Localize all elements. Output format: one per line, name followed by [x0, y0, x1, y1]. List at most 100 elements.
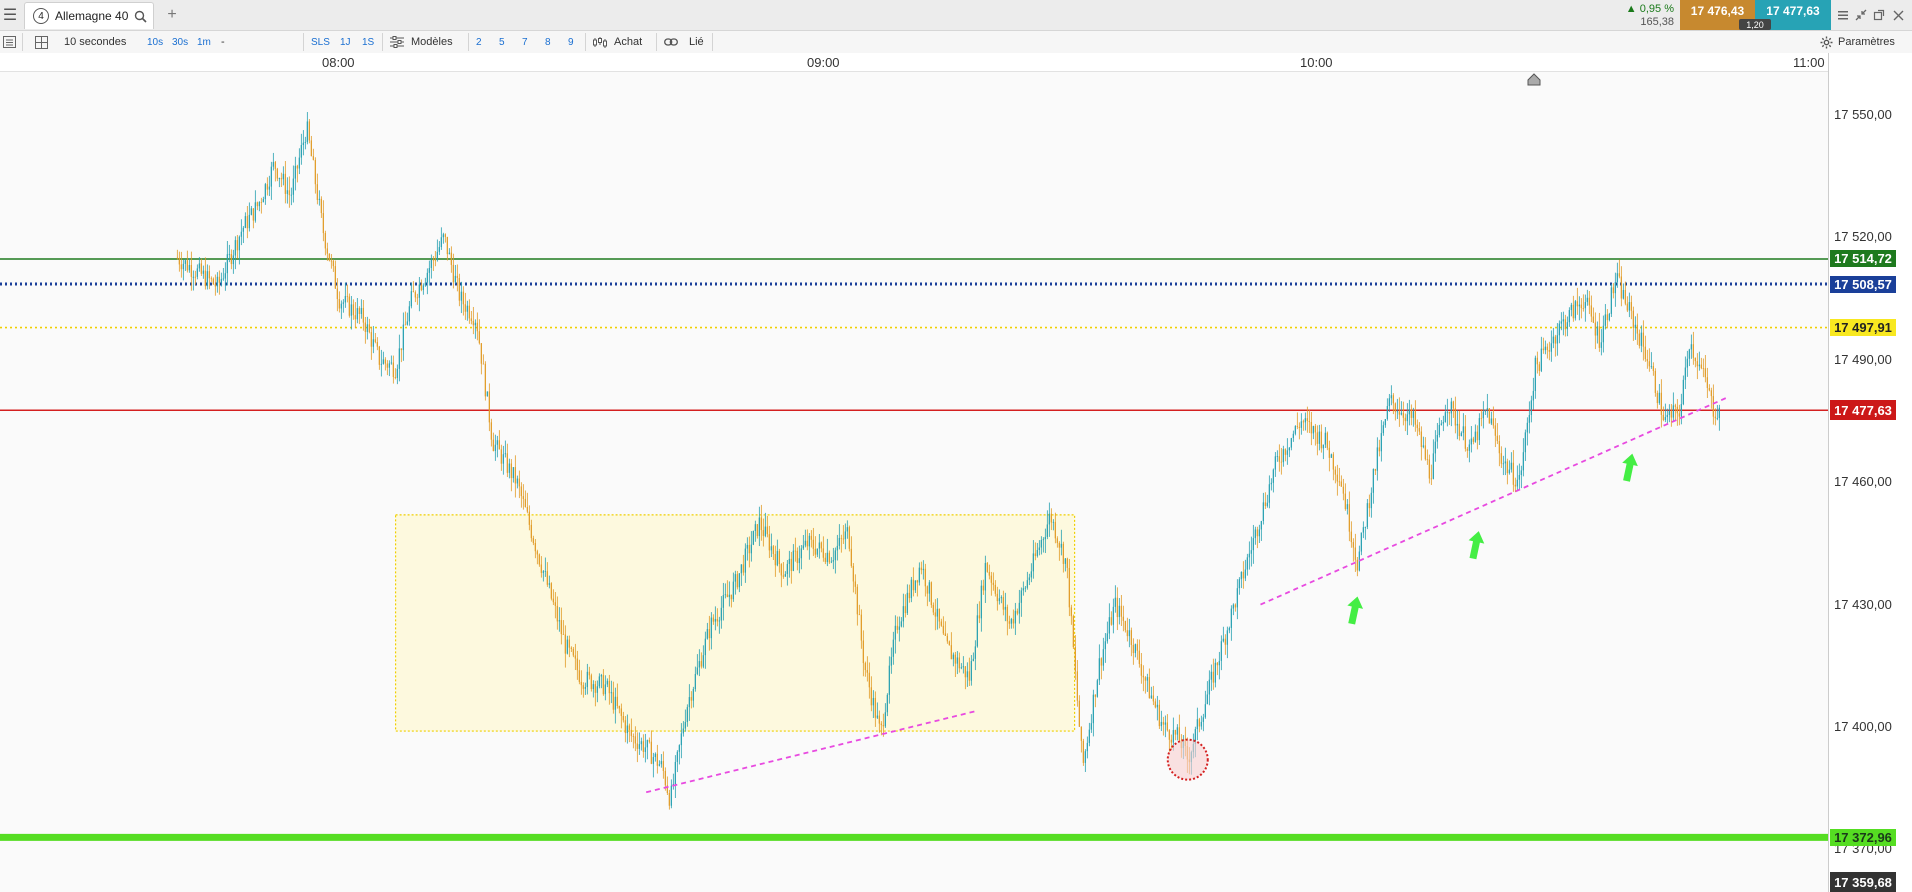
- buy-button[interactable]: Achat: [614, 31, 642, 53]
- candle-body: [934, 612, 936, 617]
- preset-2-button[interactable]: 2: [476, 31, 482, 53]
- price-chart[interactable]: [0, 71, 1828, 892]
- candle-body: [1000, 597, 1002, 599]
- candle-body: [694, 673, 696, 689]
- link-icon[interactable]: [663, 34, 679, 50]
- candle-body: [1486, 408, 1488, 411]
- candle-body: [794, 550, 796, 552]
- candle-body: [1428, 459, 1430, 479]
- one-week-button[interactable]: 1S: [362, 31, 374, 53]
- candle-body: [1144, 677, 1146, 681]
- candle-body: [188, 265, 190, 271]
- candle-body: [796, 550, 798, 564]
- layout-icon[interactable]: [32, 33, 50, 51]
- close-icon[interactable]: [1889, 6, 1907, 24]
- indicators-icon[interactable]: [389, 34, 405, 50]
- candle-body: [1350, 531, 1352, 543]
- candle-body: [864, 663, 866, 671]
- candle-body: [272, 162, 274, 167]
- candle-body: [610, 692, 612, 694]
- candle-body: [770, 546, 772, 551]
- candle-body: [538, 554, 540, 565]
- preset-8-button[interactable]: 8: [545, 31, 551, 53]
- candle-body: [1514, 484, 1516, 487]
- candle-body: [618, 705, 620, 709]
- linked-button[interactable]: Lié: [689, 31, 704, 53]
- candle-body: [870, 687, 872, 706]
- candle-body: [202, 270, 204, 274]
- candle-body: [1418, 428, 1420, 432]
- candle-body: [476, 322, 478, 332]
- candle-body: [264, 184, 266, 200]
- search-icon[interactable]: [134, 10, 147, 23]
- candle-body: [912, 579, 914, 591]
- candle-body: [426, 272, 428, 283]
- window-menu-icon[interactable]: [1834, 6, 1852, 24]
- candle-body: [1148, 677, 1150, 699]
- gear-icon[interactable]: [1818, 34, 1834, 50]
- detach-icon[interactable]: [1870, 6, 1888, 24]
- candle-body: [1676, 406, 1678, 414]
- period-selector[interactable]: 10 secondes: [64, 31, 126, 53]
- candle-body: [438, 247, 440, 252]
- candle-body: [702, 655, 704, 667]
- candle-body: [440, 237, 442, 248]
- preset-5-button[interactable]: 5: [499, 31, 505, 53]
- candle-body: [1672, 405, 1674, 418]
- candle-body: [1624, 289, 1626, 304]
- candle-body: [970, 661, 972, 681]
- candle-body: [242, 227, 244, 232]
- candle-body: [1232, 604, 1234, 609]
- candle-body: [398, 348, 400, 369]
- list-view-icon[interactable]: [0, 33, 18, 51]
- candle-body: [938, 608, 940, 622]
- timeframe-30s[interactable]: 30s: [172, 31, 188, 53]
- candle-body: [1392, 395, 1394, 404]
- candle-body: [774, 554, 776, 566]
- tab-allemagne-40[interactable]: 4 Allemagne 40: [24, 2, 154, 29]
- one-day-button[interactable]: 1J: [340, 31, 351, 53]
- candle-body: [1364, 527, 1366, 528]
- candle-body: [1334, 469, 1336, 475]
- candle-body: [644, 747, 646, 752]
- candle-body: [828, 552, 830, 563]
- preset-9-button[interactable]: 9: [568, 31, 574, 53]
- add-tab-icon[interactable]: +: [162, 5, 182, 25]
- candle-body: [1038, 547, 1040, 551]
- candle-body: [1444, 412, 1446, 423]
- candle-body: [258, 202, 260, 207]
- candle-body: [624, 720, 626, 734]
- candle-body: [894, 625, 896, 640]
- candle-body: [368, 324, 370, 333]
- candle-body: [420, 284, 422, 291]
- timeframe-more[interactable]: -: [221, 31, 225, 53]
- candle-body: [1266, 502, 1268, 506]
- models-button[interactable]: Modèles: [411, 31, 453, 53]
- collapse-icon[interactable]: [1852, 6, 1870, 24]
- preset-7-button[interactable]: 7: [522, 31, 528, 53]
- candle-body: [444, 234, 446, 237]
- timeframe-10s[interactable]: 10s: [147, 31, 163, 53]
- timeframe-1m[interactable]: 1m: [197, 31, 211, 53]
- time-tick-label: 09:00: [807, 55, 840, 70]
- settings-button[interactable]: Paramètres: [1838, 31, 1895, 53]
- candle-body: [1118, 605, 1120, 618]
- candle-body: [962, 666, 964, 668]
- sls-button[interactable]: SLS: [311, 31, 330, 53]
- candle-body: [1018, 602, 1020, 614]
- hamburger-menu-icon[interactable]: ☰: [0, 5, 20, 25]
- candle-body: [740, 564, 742, 574]
- buy-icon[interactable]: [592, 34, 608, 50]
- candle-body: [942, 625, 944, 634]
- candle-body: [458, 278, 460, 301]
- candle-body: [214, 284, 216, 287]
- time-tick-label: 11:00: [1793, 55, 1825, 70]
- candle-body: [1386, 406, 1388, 419]
- candle-body: [448, 252, 450, 255]
- candle-body: [664, 770, 666, 786]
- candle-body: [1088, 729, 1090, 743]
- candle-body: [1328, 447, 1330, 458]
- up-arrow-shape: [1468, 531, 1485, 560]
- candle-body: [380, 363, 382, 365]
- candle-body: [378, 346, 380, 365]
